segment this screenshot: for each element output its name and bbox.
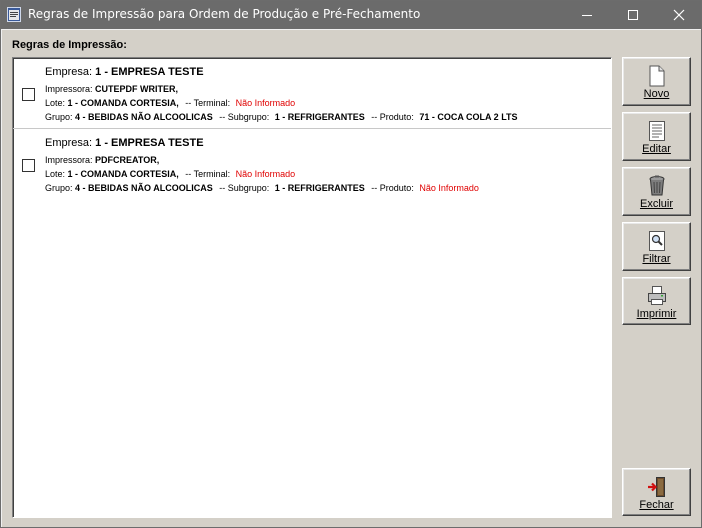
- grupo-label: Grupo:: [45, 112, 73, 122]
- maximize-button[interactable]: [610, 1, 656, 29]
- impressora-label: Impressora:: [45, 155, 93, 165]
- editar-button[interactable]: Editar: [622, 112, 691, 161]
- magnifier-document-icon: [649, 231, 665, 251]
- empresa-value: 1 - EMPRESA TESTE: [95, 66, 204, 78]
- app-window-icon: [7, 7, 21, 22]
- fechar-label: Fechar: [639, 499, 674, 511]
- empresa-label: Empresa:: [45, 137, 93, 149]
- new-document-icon: [649, 65, 665, 87]
- lote-value: 1 - COMANDA CORTESIA: [67, 169, 177, 179]
- filtrar-button[interactable]: Filtrar: [622, 222, 691, 271]
- grupo-value: 4 - BEBIDAS NÃO ALCOOLICAS: [75, 183, 213, 193]
- impressora-value: PDFCREATOR: [95, 155, 157, 165]
- impressora-label: Impressora:: [45, 84, 93, 94]
- terminal-label: -- Terminal:: [185, 98, 231, 108]
- lote-line: Lote: 1 - COMANDA CORTESIA, -- Terminal:…: [45, 98, 296, 108]
- subgrupo-label: -- Subgrupo:: [219, 112, 270, 122]
- section-label: Regras de Impressão:: [12, 39, 127, 51]
- close-button[interactable]: [656, 1, 702, 29]
- subgrupo-value: 1 - REFRIGERANTES: [274, 183, 365, 193]
- title-bar[interactable]: Regras de Impressão para Ordem de Produç…: [1, 1, 701, 29]
- terminal-value: Não Informado: [235, 169, 296, 179]
- list-item[interactable]: Empresa: 1 - EMPRESA TESTE Impressora: P…: [13, 129, 611, 199]
- terminal-value: Não Informado: [235, 98, 296, 108]
- novo-label: Novo: [643, 88, 670, 100]
- rule-checkbox[interactable]: [22, 88, 35, 101]
- produto-value: 71 - COCA COLA 2 LTS: [419, 112, 518, 122]
- imprimir-label: Imprimir: [636, 308, 677, 320]
- main-window: Regras de Impressão para Ordem de Produç…: [0, 0, 702, 528]
- grupo-label: Grupo:: [45, 183, 73, 193]
- exit-door-icon: [648, 477, 665, 497]
- window-title: Regras de Impressão para Ordem de Produç…: [28, 7, 421, 21]
- empresa-label: Empresa:: [45, 66, 93, 78]
- lote-value: 1 - COMANDA CORTESIA: [67, 98, 177, 108]
- close-icon: [673, 9, 685, 21]
- excluir-button[interactable]: Excluir: [622, 167, 691, 216]
- grupo-line: Grupo: 4 - BEBIDAS NÃO ALCOOLICAS -- Sub…: [45, 112, 518, 122]
- minimize-icon: [582, 15, 592, 16]
- maximize-icon: [628, 10, 638, 20]
- impressora-line: Impressora: CUTEPDF WRITER,: [45, 84, 179, 94]
- minimize-button[interactable]: [564, 1, 610, 29]
- lote-label: Lote:: [45, 169, 66, 179]
- trash-can-icon: [649, 175, 665, 196]
- list-item[interactable]: Empresa: 1 - EMPRESA TESTE Impressora: C…: [13, 58, 611, 129]
- grupo-line: Grupo: 4 - BEBIDAS NÃO ALCOOLICAS -- Sub…: [45, 183, 479, 193]
- lote-line: Lote: 1 - COMANDA CORTESIA, -- Terminal:…: [45, 169, 296, 179]
- excluir-label: Excluir: [639, 198, 673, 210]
- impressora-line: Impressora: PDFCREATOR,: [45, 155, 160, 165]
- grupo-value: 4 - BEBIDAS NÃO ALCOOLICAS: [75, 112, 213, 122]
- rules-list[interactable]: Empresa: 1 - EMPRESA TESTE Impressora: C…: [12, 57, 612, 518]
- rule-checkbox[interactable]: [22, 159, 35, 172]
- printer-icon: [648, 286, 666, 305]
- impressora-value: CUTEPDF WRITER: [95, 84, 176, 94]
- lote-label: Lote:: [45, 98, 66, 108]
- empresa-line: Empresa: 1 - EMPRESA TESTE: [45, 66, 204, 78]
- client-area: Regras de Impressão: Empresa: 1 - EMPRES…: [2, 30, 701, 527]
- fechar-button[interactable]: Fechar: [622, 468, 691, 516]
- editar-label: Editar: [642, 143, 671, 155]
- filtrar-label: Filtrar: [642, 253, 671, 265]
- produto-value: Não Informado: [419, 183, 479, 193]
- empresa-line: Empresa: 1 - EMPRESA TESTE: [45, 137, 204, 149]
- empresa-value: 1 - EMPRESA TESTE: [95, 137, 204, 149]
- produto-label: -- Produto:: [371, 112, 414, 122]
- imprimir-button[interactable]: Imprimir: [622, 277, 691, 325]
- terminal-label: -- Terminal:: [185, 169, 231, 179]
- subgrupo-label: -- Subgrupo:: [219, 183, 270, 193]
- edit-document-icon: [649, 121, 665, 141]
- novo-button[interactable]: Novo: [622, 57, 691, 106]
- subgrupo-value: 1 - REFRIGERANTES: [274, 112, 365, 122]
- produto-label: -- Produto:: [371, 183, 414, 193]
